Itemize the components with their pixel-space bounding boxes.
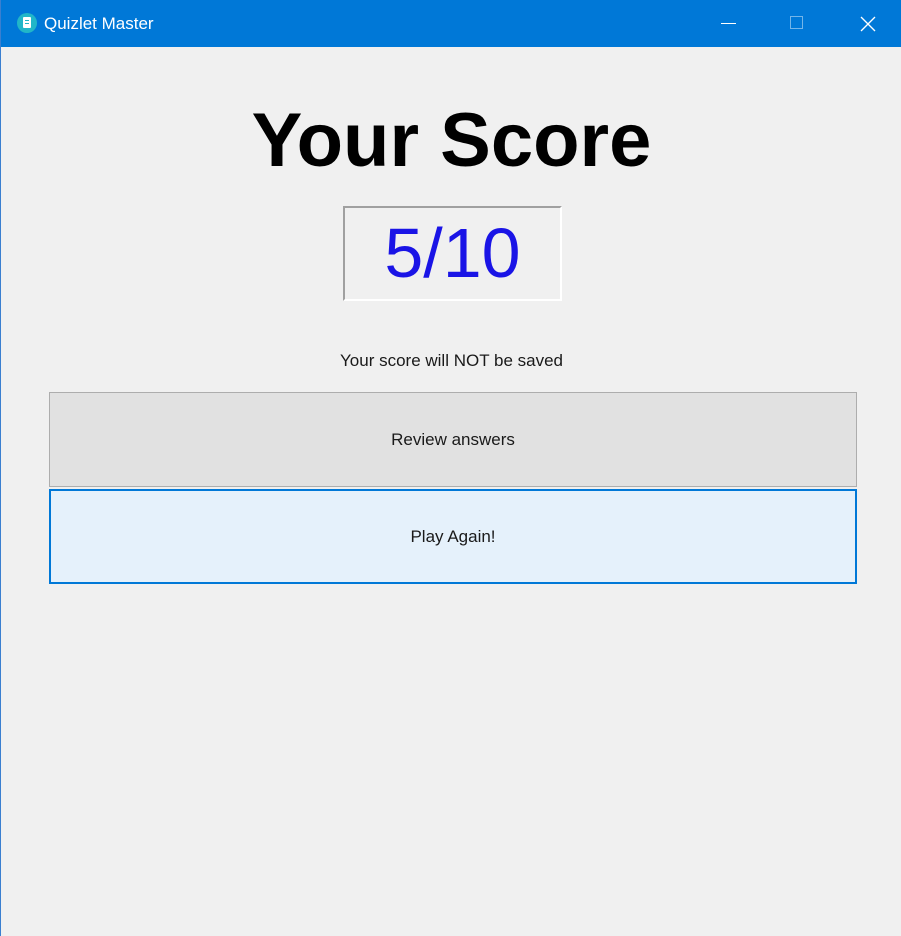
close-button[interactable] (834, 0, 901, 47)
window-title: Quizlet Master (44, 14, 154, 33)
score-display: 5/10 (343, 206, 562, 301)
app-window: Quizlet Master Your Score 5/10 Your scor… (0, 0, 901, 936)
app-icon (17, 13, 37, 33)
save-status-label: Your score will NOT be saved (340, 351, 563, 370)
maximize-button (763, 0, 831, 47)
review-answers-button[interactable]: Review answers (49, 392, 857, 487)
play-again-label: Play Again! (410, 526, 496, 546)
review-answers-label: Review answers (391, 429, 515, 449)
title-bar[interactable]: Quizlet Master (1, 0, 901, 47)
score-value: 5/10 (384, 214, 521, 292)
minimize-button[interactable] (695, 0, 763, 47)
score-heading: Your Score (251, 98, 652, 183)
close-icon (860, 16, 876, 32)
play-again-button[interactable]: Play Again! (49, 489, 857, 584)
